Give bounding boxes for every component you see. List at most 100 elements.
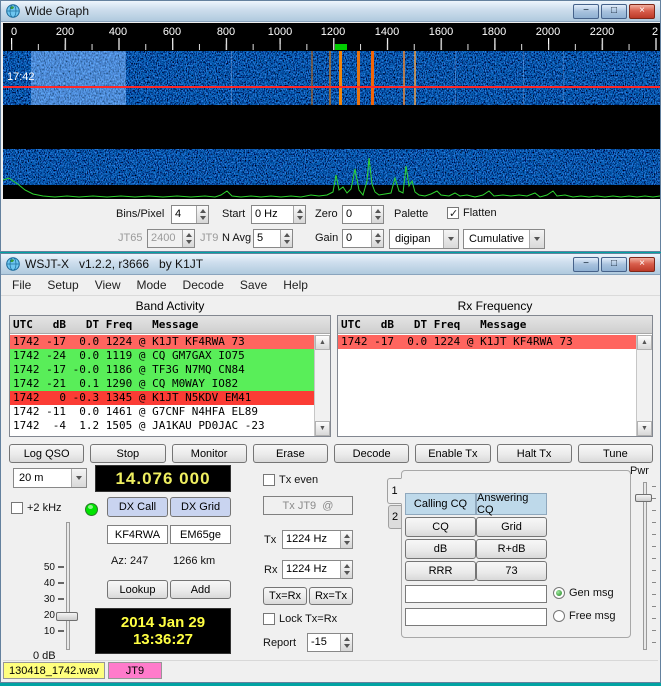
decode-button[interactable]: Decode [334,444,410,463]
log-qso-button[interactable]: Log QSO [9,444,85,463]
scroll-down-icon[interactable]: ▼ [637,421,652,436]
decode-row[interactable]: 1742 -21 0.1 1290 @ CQ M0WAY IO82 [10,377,314,391]
decode-row[interactable]: 1742 -4 1.2 1505 @ JA1KAU PD0JAC -23 [10,419,314,433]
menu-view[interactable]: View [87,275,129,295]
window-title: WSJT-X v1.2.2, r3666 by K1JT [25,257,204,271]
bins-per-pixel-spinner[interactable]: 4 [171,205,209,224]
rx-frequency-panel: UTC dB DT Freq Message 1742 -17 0.0 1224… [337,315,653,437]
main-titlebar[interactable]: WSJT-X v1.2.2, r3666 by K1JT − □ × [1,254,660,275]
pwr-slider-track[interactable] [643,482,647,650]
rx-frequency-title: Rx Frequency [457,299,533,313]
seventy-three-message-button[interactable]: 73 [476,561,547,581]
r-db-message-button[interactable]: R+dB [476,539,547,559]
dx-grid-field[interactable]: EM65ge [170,525,231,544]
pwr-slider-handle[interactable] [635,494,652,502]
minimize-button[interactable]: − [573,3,599,19]
scroll-up-icon[interactable]: ▲ [637,335,652,350]
tx-even-checkbox[interactable]: Tx even [263,474,318,486]
spinner-arrows[interactable] [340,561,352,578]
free-msg-input[interactable] [405,608,547,626]
band-combo[interactable]: 20 m [13,468,87,488]
decode-row[interactable]: 1742 -17 0.0 1224 @ K1JT KF4RWA 73 [338,335,636,349]
db-scale-tick [58,582,64,584]
flatten-checkbox[interactable]: Flatten [447,207,497,220]
dx-call-button[interactable]: DX Call [107,497,168,517]
db-message-button[interactable]: dB [405,539,476,559]
lock-tx-rx-checkbox[interactable]: Lock Tx=Rx [263,613,337,625]
rrr-message-button[interactable]: RRR [405,561,476,581]
spinner-arrows[interactable] [196,206,208,223]
gen-msg-radio[interactable]: Gen msg [553,587,614,599]
spinner-arrows[interactable] [371,230,383,247]
scroll-up-icon[interactable]: ▲ [315,335,330,350]
checkbox-box [447,207,459,220]
stop-button[interactable]: Stop [90,444,166,463]
plus-2khz-checkbox[interactable]: +2 kHz [11,502,62,514]
report-spinner[interactable]: -15 [307,633,353,652]
palette-combo[interactable]: digipan [389,229,459,249]
decode-row[interactable]: 1742 0 -0.3 1345 @ K1JT N5KDV EM41 [10,391,314,405]
dx-call-field[interactable]: KF4RWA [107,525,168,544]
halt-tx-button[interactable]: Halt Tx [496,444,572,463]
spectrum-mode-combo[interactable]: Cumulative [463,229,545,249]
clock-display: 2014 Jan 29 13:36:27 [95,608,231,654]
tab-1[interactable]: 1 [387,478,402,504]
menu-mode[interactable]: Mode [129,275,175,295]
close-button[interactable]: × [629,256,655,272]
decode-row[interactable]: 1742 -24 0.0 1119 @ CQ GM7GAX IO75 [10,349,314,363]
decode-row[interactable]: 1742 -11 0.0 1461 @ G7CNF N4HFA EL89 [10,405,314,419]
menu-file[interactable]: File [4,275,39,295]
rx-freq-marker [335,44,347,50]
tab-2[interactable]: 2 [388,505,402,529]
waterfall-display[interactable]: 0 200 400 600 800 1000 1200 1400 1600 18… [2,23,661,199]
band-activity-scrollbar[interactable]: ▲ ▼ [314,335,330,436]
tx-label: Tx [264,534,277,546]
spinner-arrows[interactable] [340,634,352,651]
tx-freq-spinner[interactable]: 1224 Hz [282,530,353,549]
rx-equals-tx-button[interactable]: Rx=Tx [309,587,353,605]
free-msg-radio[interactable]: Free msg [553,610,615,622]
grid-message-button[interactable]: Grid [476,517,547,537]
add-button[interactable]: Add [170,580,231,599]
freq-tick-label: 400 [109,26,127,38]
zero-spinner[interactable]: 0 [342,205,384,224]
rx-freq-spinner[interactable]: 1224 Hz [282,560,353,579]
maximize-button[interactable]: □ [601,3,627,19]
n-avg-value: 5 [257,232,264,244]
erase-button[interactable]: Erase [252,444,328,463]
menu-help[interactable]: Help [275,275,316,295]
menu-save[interactable]: Save [232,275,275,295]
decode-column-header: UTC dB DT Freq Message [338,316,652,334]
gain-spinner[interactable]: 0 [342,229,384,248]
close-button[interactable]: × [629,3,655,19]
menu-decode[interactable]: Decode [175,275,232,295]
cq-message-button[interactable]: CQ [405,517,476,537]
tune-button[interactable]: Tune [577,444,653,463]
audio-level-slider-handle[interactable] [56,612,78,621]
decode-row[interactable]: 1742 -17 0.0 1224 @ K1JT KF4RWA 73 [10,335,314,349]
wide-graph-titlebar[interactable]: Wide Graph − □ × [1,1,660,22]
maximize-button[interactable]: □ [601,256,627,272]
tx-even-label: Tx even [279,474,319,486]
lookup-button[interactable]: Lookup [107,580,168,599]
spinner-arrows[interactable] [340,531,352,548]
spinner-arrows[interactable] [293,206,305,223]
n-avg-spinner[interactable]: 5 [253,229,293,248]
n-avg-label: N Avg [222,232,252,244]
menu-setup[interactable]: Setup [39,275,86,295]
decode-row[interactable]: 1742 -17 -0.0 1186 @ TF3G N7MQ CN84 [10,363,314,377]
rx-frequency-scrollbar[interactable]: ▲ ▼ [636,335,652,436]
enable-tx-button[interactable]: Enable Tx [415,444,491,463]
audio-level-slider-track[interactable] [66,522,70,650]
start-spinner[interactable]: 0 Hz [251,205,306,224]
dx-grid-button[interactable]: DX Grid [170,497,231,517]
monitor-button[interactable]: Monitor [171,444,247,463]
spinner-arrows[interactable] [280,230,292,247]
band-activity-title: Band Activity [135,299,205,313]
scroll-down-icon[interactable]: ▼ [315,421,330,436]
tx-equals-rx-button[interactable]: Tx=Rx [263,587,307,605]
gen-msg-input[interactable] [405,585,547,603]
minimize-button[interactable]: − [573,256,599,272]
spinner-arrows[interactable] [371,206,383,223]
spectrum-mode-value: Cumulative [469,233,525,245]
